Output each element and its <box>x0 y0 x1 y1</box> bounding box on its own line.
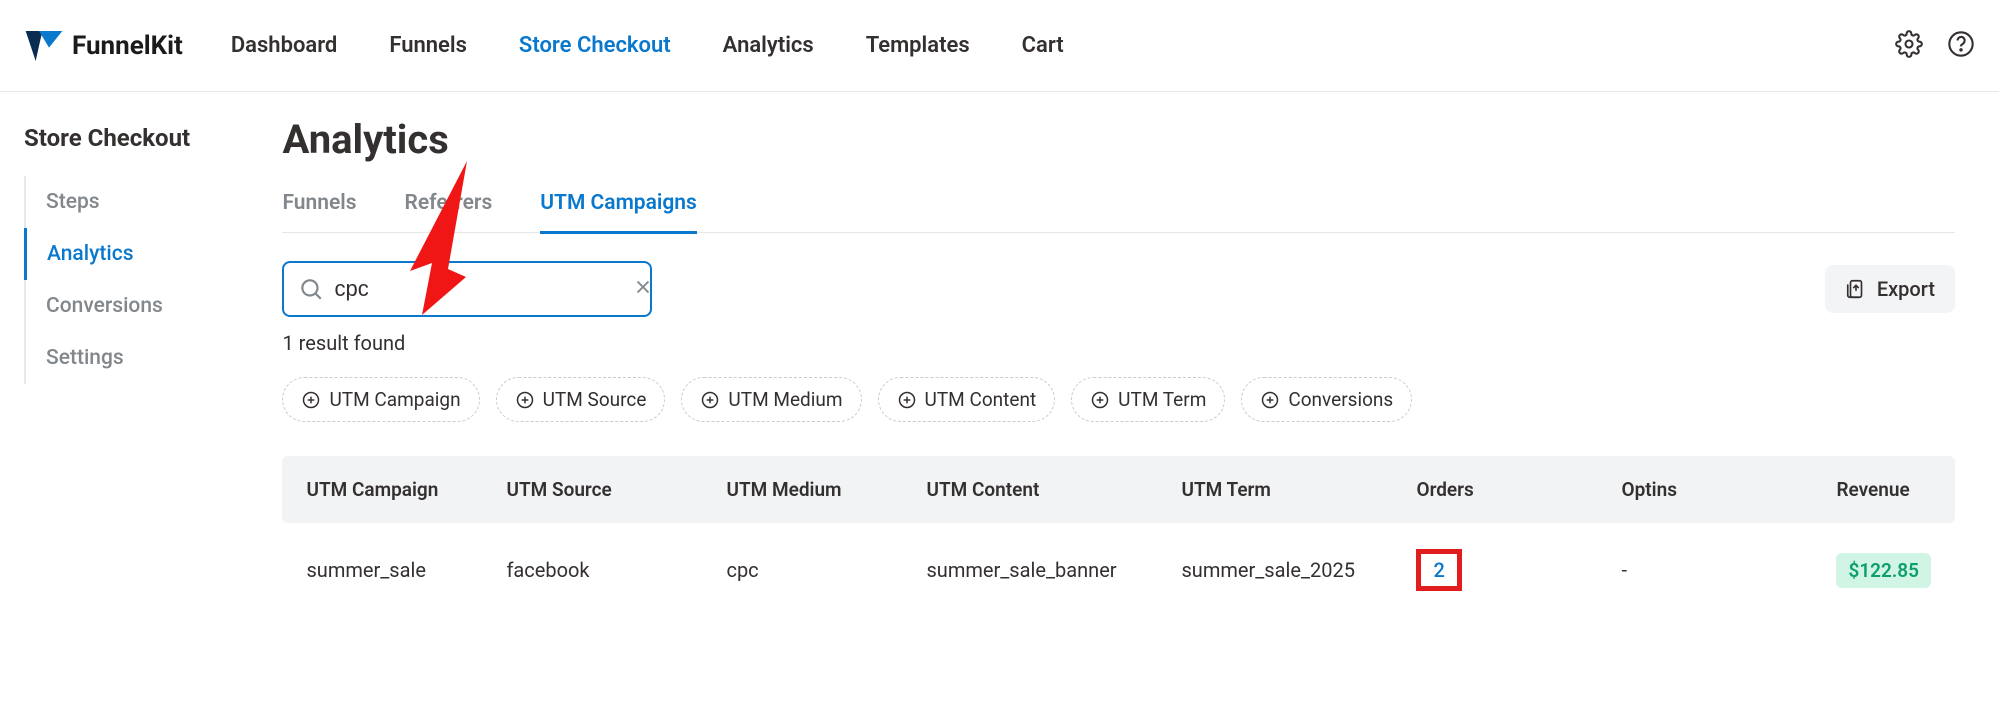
tab-funnels[interactable]: Funnels <box>282 191 356 232</box>
search-icon <box>298 276 324 302</box>
col-revenue: Revenue <box>1836 478 1931 501</box>
cell-term: summer_sale_2025 <box>1181 558 1416 582</box>
export-icon <box>1845 278 1867 300</box>
plus-circle-icon <box>515 390 535 410</box>
cell-content: summer_sale_banner <box>926 558 1181 582</box>
main-content: Analytics Funnels Referrers UTM Campaign… <box>282 92 1999 641</box>
funnelkit-logo-icon <box>24 28 64 64</box>
plus-circle-icon <box>1090 390 1110 410</box>
chip-utm-medium[interactable]: UTM Medium <box>681 377 861 422</box>
chip-utm-campaign[interactable]: UTM Campaign <box>282 377 479 422</box>
sidebar-item-analytics[interactable]: Analytics <box>24 228 258 280</box>
sidebar-title: Store Checkout <box>24 124 258 152</box>
cell-revenue: $122.85 <box>1836 553 1931 588</box>
gear-icon[interactable] <box>1895 30 1923 62</box>
col-utm-medium: UTM Medium <box>726 478 926 501</box>
top-navigation: Dashboard Funnels Store Checkout Analyti… <box>231 33 1064 58</box>
brand-logo[interactable]: FunnelKit <box>24 28 183 64</box>
sidebar-item-steps[interactable]: Steps <box>24 176 258 228</box>
orders-highlight-box: 2 <box>1416 549 1461 591</box>
brand-name: FunnelKit <box>72 31 183 61</box>
export-button[interactable]: Export <box>1825 265 1955 313</box>
search-input[interactable] <box>324 276 632 302</box>
chip-utm-term[interactable]: UTM Term <box>1071 377 1225 422</box>
plus-circle-icon <box>700 390 720 410</box>
table-row: summer_sale facebook cpc summer_sale_ban… <box>282 523 1955 617</box>
nav-store-checkout[interactable]: Store Checkout <box>519 33 671 58</box>
nav-cart[interactable]: Cart <box>1022 33 1064 58</box>
cell-medium: cpc <box>726 558 926 582</box>
col-utm-source: UTM Source <box>506 478 726 501</box>
sidebar: Store Checkout Steps Analytics Conversio… <box>0 92 282 641</box>
col-utm-campaign: UTM Campaign <box>306 478 506 501</box>
tab-referrers[interactable]: Referrers <box>405 191 493 232</box>
revenue-badge: $122.85 <box>1836 553 1931 588</box>
cell-orders: 2 <box>1416 549 1621 591</box>
col-optins: Optins <box>1621 478 1836 501</box>
plus-circle-icon <box>301 390 321 410</box>
utm-table: UTM Campaign UTM Source UTM Medium UTM C… <box>282 456 1955 617</box>
nav-funnels[interactable]: Funnels <box>389 33 467 58</box>
page-title: Analytics <box>282 116 1955 163</box>
col-utm-content: UTM Content <box>926 478 1181 501</box>
help-icon[interactable] <box>1947 30 1975 62</box>
export-label: Export <box>1877 277 1935 301</box>
cell-source: facebook <box>506 558 726 582</box>
results-count: 1 result found <box>282 331 1955 355</box>
topbar: FunnelKit Dashboard Funnels Store Checko… <box>0 0 1999 92</box>
chip-conversions[interactable]: Conversions <box>1241 377 1412 422</box>
filter-chips: UTM Campaign UTM Source UTM Medium UTM C… <box>282 377 1955 422</box>
nav-templates[interactable]: Templates <box>866 33 970 58</box>
col-orders: Orders <box>1416 478 1621 501</box>
orders-link[interactable]: 2 <box>1433 558 1444 582</box>
clear-icon[interactable] <box>632 276 654 302</box>
sidebar-item-settings[interactable]: Settings <box>24 332 258 384</box>
chip-utm-content[interactable]: UTM Content <box>878 377 1056 422</box>
sidebar-item-conversions[interactable]: Conversions <box>24 280 258 332</box>
col-utm-term: UTM Term <box>1181 478 1416 501</box>
cell-campaign: summer_sale <box>306 558 506 582</box>
nav-analytics[interactable]: Analytics <box>723 33 814 58</box>
cell-optins: - <box>1621 558 1836 582</box>
nav-dashboard[interactable]: Dashboard <box>231 33 337 58</box>
analytics-tabs: Funnels Referrers UTM Campaigns <box>282 191 1955 233</box>
tab-utm-campaigns[interactable]: UTM Campaigns <box>540 191 697 234</box>
table-header: UTM Campaign UTM Source UTM Medium UTM C… <box>282 456 1955 523</box>
chip-utm-source[interactable]: UTM Source <box>496 377 666 422</box>
plus-circle-icon <box>1260 390 1280 410</box>
plus-circle-icon <box>897 390 917 410</box>
search-box[interactable] <box>282 261 652 317</box>
